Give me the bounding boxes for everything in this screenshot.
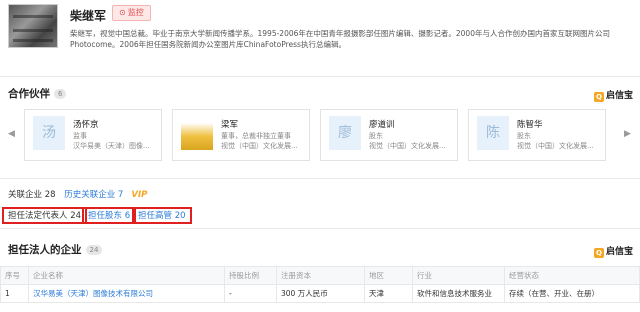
partner-card[interactable]: 汤 汤怀京 监事 汉华易美（天津）图像...: [24, 109, 162, 161]
tab-executive[interactable]: 担任高管 20: [132, 207, 192, 224]
qixinbao-brand: Q 启信宝: [594, 244, 633, 258]
legal-rep-section-title: 担任法人的企业 24: [8, 242, 103, 257]
person-photo: [8, 4, 58, 48]
divider: [0, 228, 640, 229]
partners-count-badge: 6: [54, 89, 67, 99]
tab-shareholder[interactable]: 担任股东 6: [82, 207, 137, 224]
partner-card[interactable]: 陈 陈智华 股东 视觉（中国）文化发展...: [468, 109, 606, 161]
col-header-region: 地区: [364, 266, 413, 285]
cell-region: 天津: [364, 284, 413, 303]
tab-legal-representative[interactable]: 担任法定代表人 24: [2, 207, 88, 224]
col-header-index: 序号: [0, 266, 29, 285]
partners-title: 合作伙伴 6: [8, 86, 67, 101]
tab-related-companies[interactable]: 关联企业 28: [8, 190, 56, 200]
person-bio: 柴继军，视觉中国总裁。毕业于南京大学新闻传播学系。1995-2006年在中国青年…: [70, 29, 610, 49]
qixinbao-logo-icon: Q: [594, 92, 604, 102]
cell-status: 存续（在营、开业、在册）: [504, 284, 640, 303]
partner-avatar: 汤: [33, 116, 65, 150]
col-header-capital: 注册资本: [276, 266, 365, 285]
partner-name[interactable]: 廖道训: [369, 118, 395, 130]
partner-role: 股东: [369, 132, 383, 140]
cell-capital: 300 万人民币: [276, 284, 365, 303]
partner-name[interactable]: 梁军: [221, 118, 238, 130]
partner-role: 股东: [517, 132, 531, 140]
monitor-button[interactable]: ⊙ 监控: [112, 5, 151, 21]
person-name: 柴继军: [70, 9, 107, 23]
tab-history-related[interactable]: 历史关联企业 7 VIP: [64, 190, 153, 200]
partners-carousel: ◀ 汤 汤怀京 监事 汉华易美（天津）图像... 梁军 董事，总裁非独立董事 视…: [0, 106, 640, 162]
qixinbao-brand: Q 启信宝: [594, 88, 633, 102]
partner-company: 视觉（中国）文化发展...: [369, 142, 446, 150]
col-header-status: 经营状态: [504, 266, 640, 285]
col-header-industry: 行业: [412, 266, 505, 285]
monitor-icon: ⊙: [119, 8, 126, 17]
col-header-company: 企业名称: [28, 266, 225, 285]
legal-rep-companies-table: 序号 企业名称 持股比例 注册资本 地区 行业 经营状态 1 汉华易美（天津）图…: [0, 266, 640, 303]
partner-avatar: [181, 116, 213, 150]
partner-avatar: 廖: [329, 116, 361, 150]
col-header-share: 持股比例: [224, 266, 277, 285]
table-header-row: 序号 企业名称 持股比例 注册资本 地区 行业 经营状态: [0, 266, 640, 285]
qixinbao-logo-icon: Q: [594, 248, 604, 258]
partner-company: 视觉（中国）文化发展...: [221, 142, 298, 150]
divider: [0, 76, 640, 77]
partner-card[interactable]: 廖 廖道训 股东 视觉（中国）文化发展...: [320, 109, 458, 161]
divider: [0, 178, 640, 179]
legal-rep-count-badge: 24: [85, 245, 103, 255]
partner-card[interactable]: 梁军 董事，总裁非独立董事 视觉（中国）文化发展...: [172, 109, 310, 161]
cell-company-link[interactable]: 汉华易美（天津）图像技术有限公司: [28, 284, 225, 303]
carousel-prev-arrow[interactable]: ◀: [8, 124, 15, 144]
partner-company: 汉华易美（天津）图像...: [73, 142, 150, 150]
partner-company: 视觉（中国）文化发展...: [517, 142, 594, 150]
cell-index: 1: [0, 284, 29, 303]
partner-role: 监事: [73, 132, 87, 140]
cell-share: -: [224, 284, 277, 303]
partner-role: 董事，总裁非独立董事: [221, 132, 291, 140]
cell-industry: 软件和信息技术服务业: [412, 284, 505, 303]
carousel-next-arrow[interactable]: ▶: [624, 124, 631, 144]
partner-avatar: 陈: [477, 116, 509, 150]
vip-badge: VIP: [131, 190, 148, 200]
partner-name[interactable]: 汤怀京: [73, 118, 99, 130]
table-row: 1 汉华易美（天津）图像技术有限公司 - 300 万人民币 天津 软件和信息技术…: [0, 284, 640, 303]
partner-name[interactable]: 陈智华: [517, 118, 543, 130]
relation-tabs: 关联企业 28 历史关联企业 7 VIP: [8, 188, 159, 202]
person-profile: 柴继军 ⊙ 监控 柴继军，视觉中国总裁。毕业于南京大学新闻传播学系。1995-20…: [0, 0, 640, 60]
monitor-label: 监控: [127, 8, 144, 17]
